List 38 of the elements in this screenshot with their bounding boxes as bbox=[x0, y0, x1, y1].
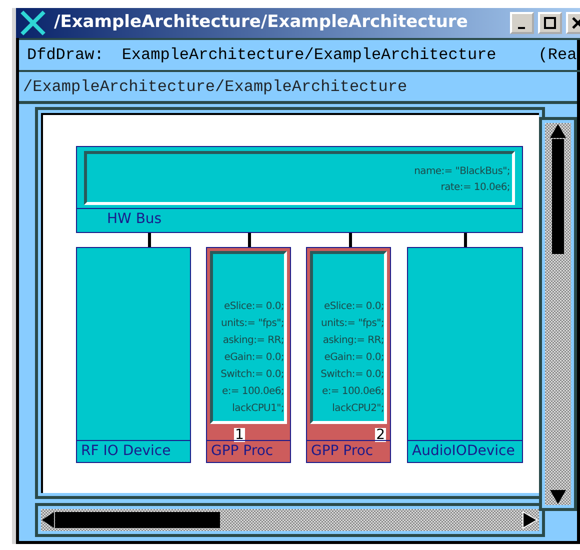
attribute-text: rate:= 10.0e6; bbox=[440, 181, 510, 195]
attribute-text: asking:= RR; bbox=[322, 334, 384, 348]
node-label: RF IO Device bbox=[81, 443, 171, 459]
attribute-text: lackCPU1"; bbox=[231, 402, 284, 416]
attribute-text: eSlice:= 0.0; bbox=[322, 300, 384, 314]
attribute-text: Switch:= 0.0; bbox=[320, 368, 384, 382]
vertical-scrollbar[interactable] bbox=[539, 117, 577, 511]
horizontal-scrollbar[interactable] bbox=[35, 503, 545, 537]
minimize-button[interactable] bbox=[510, 12, 534, 34]
status-text: (Rea bbox=[538, 45, 577, 66]
program-name: DfdDraw: bbox=[27, 45, 104, 66]
attribute-text: eGain:= 0.0; bbox=[323, 351, 384, 365]
left-arrow-icon[interactable] bbox=[41, 511, 55, 529]
maximize-button[interactable] bbox=[538, 12, 562, 34]
attribute-text: Switch:= 0.0; bbox=[220, 368, 284, 382]
node-number: 2 bbox=[375, 428, 386, 442]
attribute-text: name:= "BlackBus"; bbox=[413, 165, 510, 179]
attribute-text: units:= "fps"; bbox=[220, 317, 284, 331]
document-path: ExampleArchitecture/ExampleArchitecture bbox=[122, 45, 496, 66]
path-label: /ExampleArchitecture/ExampleArchitecture bbox=[23, 76, 408, 98]
node-label: AudioIODevice bbox=[412, 443, 515, 459]
node-label: GPP Proc bbox=[211, 443, 274, 459]
attribute-text: e:= 100.0e6; bbox=[221, 385, 284, 399]
node-label: GPP Proc bbox=[311, 443, 374, 459]
attribute-text: units:= "fps"; bbox=[320, 317, 384, 331]
attribute-text: eSlice:= 0.0; bbox=[222, 300, 284, 314]
down-arrow-icon[interactable] bbox=[549, 489, 567, 505]
node-number: 1 bbox=[234, 428, 245, 442]
attribute-text: eGain:= 0.0; bbox=[223, 351, 284, 365]
window-title: /ExampleArchitecture/ExampleArchitecture bbox=[54, 11, 468, 34]
x-logo-icon bbox=[20, 10, 46, 36]
maximize-icon[interactable] bbox=[542, 15, 558, 31]
attribute-text: asking:= RR; bbox=[222, 334, 284, 348]
attribute-text: lackCPU2"; bbox=[331, 402, 384, 416]
right-arrow-icon[interactable] bbox=[521, 511, 539, 529]
bus-label: HW Bus bbox=[107, 211, 162, 227]
attribute-text: e:= 100.0e6; bbox=[321, 385, 384, 399]
up-arrow-icon[interactable] bbox=[549, 123, 567, 139]
